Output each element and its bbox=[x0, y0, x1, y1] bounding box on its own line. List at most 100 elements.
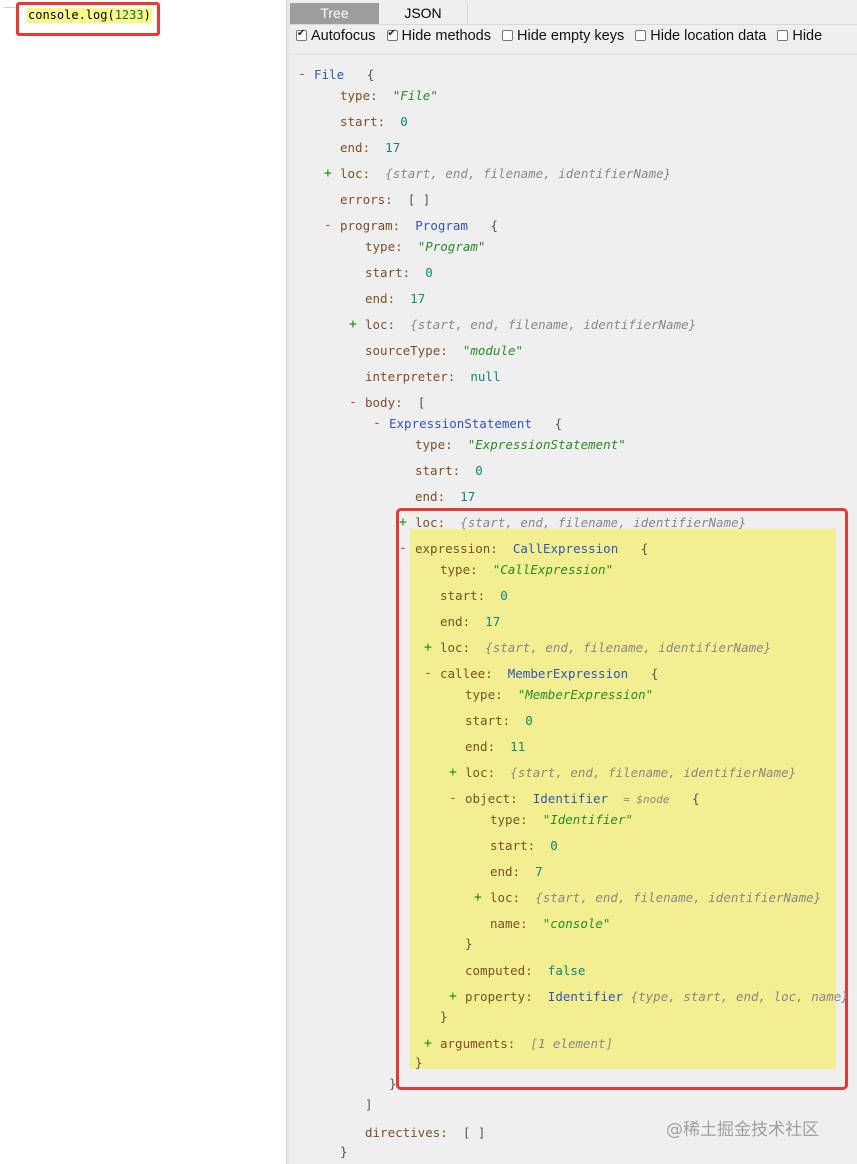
node-value: {start, end, filename, identifierName} bbox=[460, 515, 747, 530]
expand-toggle[interactable]: + bbox=[474, 890, 482, 906]
node-suffix: { bbox=[366, 67, 375, 82]
tree-row: directives: [ ] bbox=[365, 1125, 485, 1141]
node-suffix: { bbox=[640, 541, 649, 556]
node-key: } bbox=[340, 1144, 348, 1159]
node-value: {start, end, filename, identifierName} bbox=[485, 640, 772, 655]
expand-toggle[interactable]: + bbox=[399, 515, 407, 531]
node-value: 0 bbox=[400, 114, 408, 129]
tree-row: end: 17 bbox=[340, 140, 400, 156]
watermark: @稀土掘金技术社区 bbox=[666, 1120, 819, 1140]
tree-row: type: "Program" bbox=[365, 239, 485, 255]
node-key: } bbox=[440, 1009, 448, 1024]
collapse-toggle[interactable]: - bbox=[298, 67, 306, 83]
node-value: 17 bbox=[460, 489, 476, 504]
node-key: ] bbox=[365, 1097, 373, 1112]
tree-row[interactable]: - object: Identifier = $node { bbox=[449, 791, 700, 807]
node-value: [ ] bbox=[462, 1125, 486, 1140]
node-suffix: { bbox=[692, 791, 700, 806]
node-value: "module" bbox=[462, 343, 524, 358]
node-key: start: bbox=[340, 114, 386, 129]
collapse-toggle[interactable]: - bbox=[324, 218, 332, 234]
tree-row[interactable]: + loc: {start, end, filename, identifierN… bbox=[324, 166, 671, 182]
expand-toggle[interactable]: + bbox=[324, 166, 332, 182]
expand-toggle[interactable]: + bbox=[449, 765, 457, 781]
node-key: object: bbox=[465, 791, 518, 806]
expand-toggle[interactable]: + bbox=[349, 317, 357, 333]
node-suffix: { bbox=[490, 218, 499, 233]
tree-row: } bbox=[389, 1076, 397, 1092]
node-value: "Identifier" bbox=[542, 812, 634, 827]
node-key: type: bbox=[465, 687, 503, 702]
tree-row[interactable]: + loc: {start, end, filename, identifierN… bbox=[424, 640, 772, 656]
tree-row: type: "Identifier" bbox=[490, 812, 633, 828]
node-key: start: bbox=[490, 838, 536, 853]
tree-row: end: 17 bbox=[415, 489, 475, 505]
node-value: 17 bbox=[385, 140, 401, 155]
ast-tree: - File {type: "File" start: 0 end: 17 + loc: … bbox=[290, 0, 857, 1164]
tree-row[interactable]: - callee: MemberExpression { bbox=[424, 666, 658, 682]
node-suffix: {type, start, end, loc, name} bbox=[630, 989, 849, 1004]
expand-toggle[interactable]: + bbox=[449, 989, 457, 1005]
node-value: null bbox=[470, 369, 501, 384]
node-value: {start, end, filename, identifierName} bbox=[535, 890, 822, 905]
tree-row[interactable]: - File { bbox=[298, 67, 375, 83]
collapse-toggle[interactable]: - bbox=[449, 791, 457, 807]
node-key: end: bbox=[440, 614, 471, 629]
tree-row[interactable]: + loc: {start, end, filename, identifierN… bbox=[399, 515, 747, 531]
node-value: 0 bbox=[475, 463, 483, 478]
node-value: {start, end, filename, identifierName} bbox=[510, 765, 797, 780]
code-editor[interactable]: console.log(1233) bbox=[0, 0, 286, 1164]
tree-row[interactable]: + arguments: [1 element] bbox=[424, 1036, 614, 1052]
node-key: loc: bbox=[440, 640, 471, 655]
node-suffix: { bbox=[554, 416, 563, 431]
tree-row[interactable]: + loc: {start, end, filename, identifierN… bbox=[474, 890, 822, 906]
node-key: end: bbox=[365, 291, 396, 306]
tree-row: } bbox=[465, 936, 473, 952]
tree-row: end: 17 bbox=[440, 614, 500, 630]
node-key: directives: bbox=[365, 1125, 448, 1140]
tree-row[interactable]: - ExpressionStatement { bbox=[373, 416, 563, 432]
collapse-toggle[interactable]: - bbox=[373, 416, 381, 432]
node-value: 0 bbox=[525, 713, 533, 728]
node-value: [ bbox=[417, 395, 426, 410]
node-value: Program bbox=[415, 218, 468, 233]
node-key: sourceType: bbox=[365, 343, 448, 358]
node-key: } bbox=[465, 936, 473, 951]
node-key: body: bbox=[365, 395, 403, 410]
node-value: [1 element] bbox=[530, 1036, 614, 1051]
collapse-toggle[interactable]: - bbox=[349, 395, 357, 411]
tree-row[interactable]: - expression: CallExpression { bbox=[399, 541, 649, 557]
collapse-toggle[interactable]: - bbox=[399, 541, 407, 557]
expand-toggle[interactable]: + bbox=[424, 1036, 432, 1052]
tree-row[interactable]: - body: [ bbox=[349, 395, 426, 411]
tree-row[interactable]: - program: Program { bbox=[324, 218, 499, 234]
tree-row[interactable]: + loc: {start, end, filename, identifierN… bbox=[449, 765, 797, 781]
tree-row: start: 0 bbox=[365, 265, 433, 281]
node-value: "Program" bbox=[417, 239, 486, 254]
tree-row: end: 7 bbox=[490, 864, 543, 880]
node-value: {start, end, filename, identifierName} bbox=[410, 317, 697, 332]
tree-row[interactable]: + loc: {start, end, filename, identifierN… bbox=[349, 317, 697, 333]
node-key: property: bbox=[465, 989, 533, 1004]
node-key: type: bbox=[440, 562, 478, 577]
expand-toggle[interactable]: + bbox=[424, 640, 432, 656]
node-key: program: bbox=[340, 218, 401, 233]
node-value: MemberExpression bbox=[507, 666, 629, 681]
node-key: loc: bbox=[365, 317, 396, 332]
collapse-toggle[interactable]: - bbox=[424, 666, 432, 682]
node-key: } bbox=[389, 1076, 397, 1091]
node-value: [ ] bbox=[407, 192, 431, 207]
node-key: computed: bbox=[465, 963, 533, 978]
node-key: callee: bbox=[440, 666, 493, 681]
tree-row: type: "ExpressionStatement" bbox=[415, 437, 626, 453]
tree-row: computed: false bbox=[465, 963, 585, 979]
node-key: File bbox=[314, 67, 345, 82]
node-value: "CallExpression" bbox=[492, 562, 614, 577]
node-key: end: bbox=[415, 489, 446, 504]
node-key: type: bbox=[365, 239, 403, 254]
node-value: "MemberExpression" bbox=[517, 687, 654, 702]
node-value: 0 bbox=[425, 265, 433, 280]
node-value: "console" bbox=[542, 916, 611, 931]
node-value: 0 bbox=[550, 838, 558, 853]
tree-row[interactable]: + property: Identifier {type, start, end,… bbox=[449, 989, 849, 1005]
